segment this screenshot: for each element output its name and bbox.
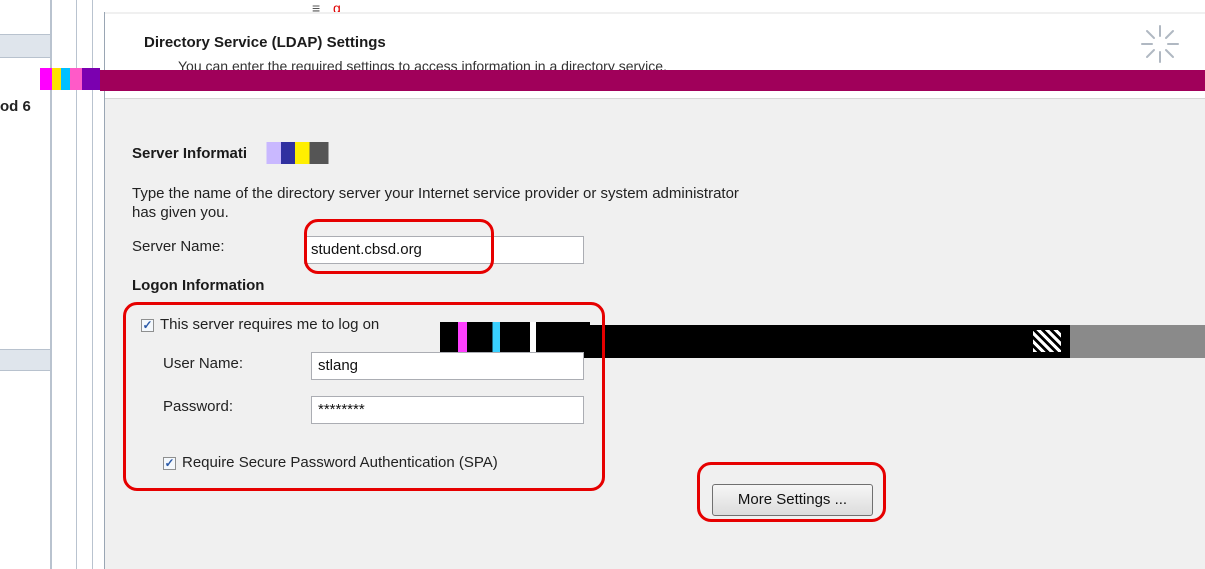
image-artifact bbox=[262, 142, 357, 164]
image-artifact bbox=[1070, 325, 1205, 358]
server-info-heading: Server Informati bbox=[132, 145, 248, 162]
image-artifact bbox=[40, 68, 100, 90]
image-artifact bbox=[1033, 330, 1061, 352]
highlight-annotation bbox=[697, 462, 886, 522]
highlight-annotation bbox=[304, 219, 494, 274]
logon-info-heading: Logon Information bbox=[132, 277, 265, 294]
dialog-title: Directory Service (LDAP) Settings bbox=[144, 34, 386, 51]
busy-icon bbox=[1141, 25, 1179, 63]
background-toolbar bbox=[0, 349, 50, 371]
highlight-annotation bbox=[123, 302, 605, 491]
server-info-description: Type the name of the directory server yo… bbox=[132, 185, 739, 202]
background-toolbar bbox=[0, 34, 50, 58]
server-info-description: has given you. bbox=[132, 204, 229, 221]
background-label: od 6 bbox=[0, 98, 31, 115]
server-name-label: Server Name: bbox=[132, 238, 225, 255]
image-artifact bbox=[100, 70, 1205, 91]
